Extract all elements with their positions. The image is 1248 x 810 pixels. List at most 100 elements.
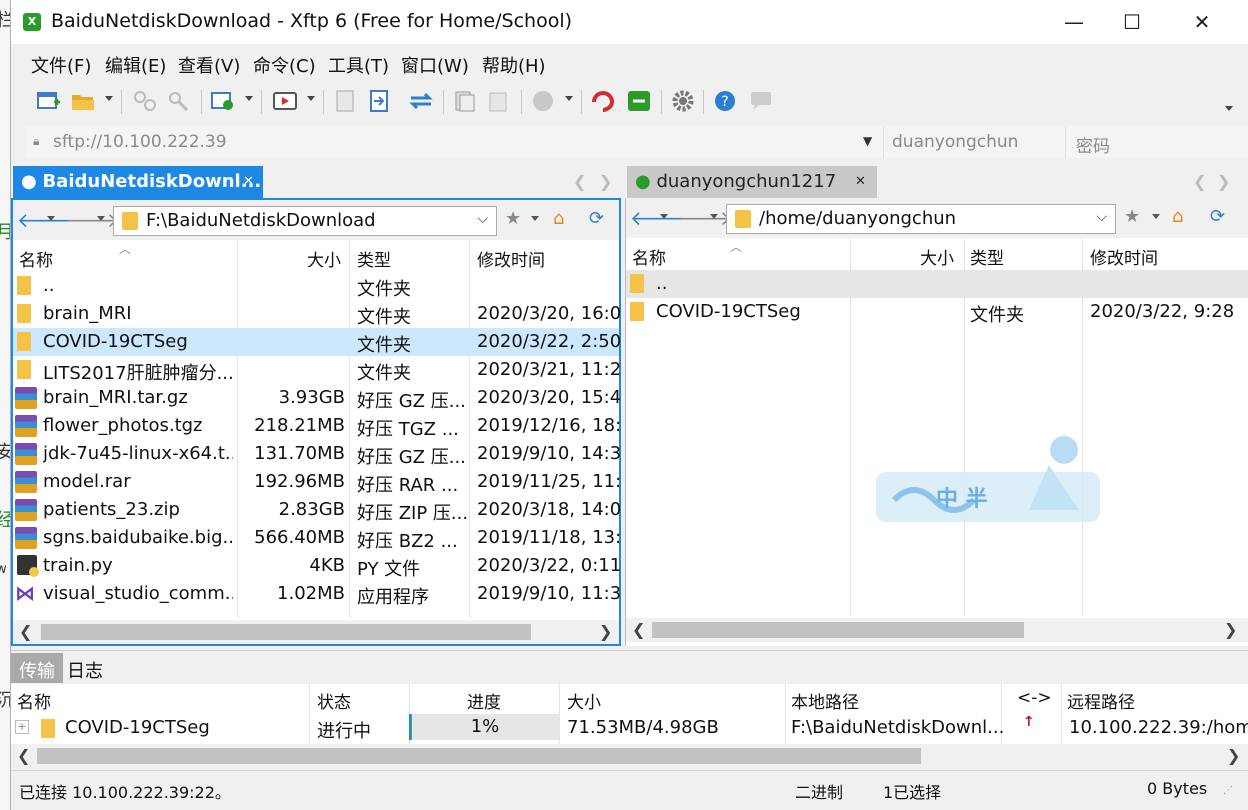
tab-close-icon[interactable]: ✕	[855, 174, 866, 189]
column-type[interactable]: 类型	[970, 244, 1004, 269]
back-arrow-icon[interactable]: 🡐	[630, 206, 684, 230]
column-name[interactable]: 名称	[632, 244, 666, 269]
menu-view[interactable]: 查看(V)	[178, 52, 240, 78]
tab-local-baidunetdisk[interactable]: ● BaiduNetdiskDownl... ✕	[13, 166, 263, 198]
terminal-dropdown-arrow[interactable]	[307, 96, 315, 101]
tab-scroll-right-icon[interactable]: ❯	[1217, 172, 1230, 191]
scroll-left-icon[interactable]: ❮	[19, 622, 32, 641]
menu-edit[interactable]: 编辑(E)	[105, 52, 166, 78]
tab-scroll-left-icon[interactable]: ❮	[573, 172, 586, 191]
open-dropdown-arrow[interactable]	[105, 96, 113, 101]
xftp-app-icon[interactable]: X	[23, 13, 41, 31]
file-row[interactable]: ⋈ visual_studio_comm... 1.02MB 应用程序 2019/9/1…	[13, 580, 621, 608]
host-input[interactable]: sftp://10.100.222.39	[53, 132, 227, 152]
menu-window[interactable]: 窗口(W)	[401, 52, 469, 78]
tab-scroll-left-icon[interactable]: ❮	[1193, 172, 1206, 191]
favorite-dropdown-arrow[interactable]	[531, 216, 539, 221]
scroll-left-icon[interactable]: ❮	[17, 746, 30, 765]
favorite-star-icon[interactable]: ★	[505, 208, 521, 229]
session-properties-icon[interactable]	[211, 90, 235, 112]
sync-transfer-icon[interactable]	[409, 90, 433, 112]
upload-icon[interactable]	[333, 90, 357, 112]
chevron-down-icon[interactable]: ⌵	[477, 211, 488, 227]
file-row[interactable]: patients_23.zip 2.83GB 好压 ZIP 压... 2020/3/1…	[13, 496, 621, 524]
refresh-icon[interactable]: ⟳	[1210, 206, 1225, 227]
file-row[interactable]: sgns.baidubaike.big... 566.40MB 好压 BZ2 ...…	[13, 524, 621, 552]
file-row[interactable]: brain_MRI 文件夹 2020/3/20, 16:05	[13, 300, 621, 328]
transfer-mode[interactable]: 二进制	[795, 779, 843, 803]
reconnect-icon[interactable]	[167, 90, 191, 112]
favorite-dropdown-arrow[interactable]	[1152, 214, 1160, 219]
column-size[interactable]: 大小	[307, 246, 341, 271]
transfer-horizontal-scrollbar[interactable]: ❮ ❯	[11, 744, 1248, 768]
stop-icon[interactable]	[531, 90, 555, 112]
menu-command[interactable]: 命令(C)	[253, 52, 316, 78]
back-arrow-icon[interactable]: 🡐	[17, 208, 71, 232]
column-modified[interactable]: 修改时间	[1090, 244, 1158, 269]
file-row[interactable]: flower_photos.tgz 218.21MB 好压 TGZ ... 2019/…	[13, 412, 621, 440]
maximize-button[interactable]: ☐	[1109, 6, 1155, 38]
copy-icon[interactable]	[453, 90, 477, 112]
file-row[interactable]: model.rar 192.96MB 好压 RAR ... 2019/11/25, 1…	[13, 468, 621, 496]
home-icon[interactable]: ⌂	[1172, 206, 1183, 227]
favorite-star-icon[interactable]: ★	[1124, 206, 1140, 227]
tab-log[interactable]: 日志	[59, 653, 111, 683]
local-horizontal-scrollbar[interactable]: ❮ ❯	[13, 620, 619, 644]
scrollbar-thumb[interactable]	[41, 624, 531, 640]
properties-dropdown-arrow[interactable]	[245, 96, 253, 101]
scroll-right-icon[interactable]: ❯	[1227, 746, 1240, 765]
scrollbar-thumb[interactable]	[652, 622, 1024, 638]
remote-horizontal-scrollbar[interactable]: ❮ ❯	[626, 618, 1248, 642]
file-row[interactable]: COVID-19CTSeg 文件夹 2020/3/22, 9:28	[626, 298, 1248, 326]
paste-icon[interactable]	[487, 90, 511, 112]
column-type[interactable]: 类型	[357, 246, 391, 271]
password-input[interactable]: 密码	[1065, 126, 1248, 158]
file-row[interactable]: train.py 4KB PY 文件 2020/3/22, 0:11	[13, 552, 621, 580]
terminal-icon[interactable]	[273, 90, 297, 112]
xftp-icon[interactable]	[627, 90, 651, 112]
file-row[interactable]: LITS2017肝脏肿瘤分... 文件夹 2020/3/21, 11:23	[13, 356, 621, 384]
column-modified[interactable]: 修改时间	[477, 246, 545, 271]
settings-gear-icon[interactable]	[671, 90, 695, 112]
transfer-column-direction[interactable]: <->	[1017, 688, 1052, 708]
file-row[interactable]: ..	[626, 270, 1248, 298]
help-icon[interactable]: ?	[713, 90, 737, 112]
scrollbar-thumb[interactable]	[37, 748, 921, 764]
home-icon[interactable]: ⌂	[553, 208, 564, 229]
scroll-right-icon[interactable]: ❯	[599, 622, 612, 641]
close-button[interactable]: ✕	[1179, 6, 1225, 38]
refresh-icon[interactable]: ⟳	[589, 208, 604, 229]
file-row[interactable]: jdk-7u45-linux-x64.t... 131.70MB 好压 GZ 压..…	[13, 440, 621, 468]
chevron-down-icon[interactable]: ⌵	[1096, 209, 1107, 225]
host-dropdown-arrow[interactable]: ▼	[863, 134, 872, 148]
disconnect-icon[interactable]	[133, 90, 157, 112]
menu-tools[interactable]: 工具(T)	[328, 52, 389, 78]
forward-dropdown-arrow[interactable]	[97, 216, 105, 221]
menu-file[interactable]: 文件(F)	[31, 52, 91, 78]
stop-dropdown-arrow[interactable]	[565, 96, 573, 101]
tab-close-icon[interactable]: ✕	[243, 174, 254, 189]
open-folder-icon[interactable]	[71, 90, 95, 112]
file-row[interactable]: brain_MRI.tar.gz 3.93GB 好压 GZ 压... 2020/3/2…	[13, 384, 621, 412]
xshell-icon[interactable]	[591, 90, 615, 112]
transfer-column-size[interactable]: 大小	[567, 688, 601, 713]
transfer-column-progress[interactable]: 进度	[467, 688, 501, 713]
forward-dropdown-arrow[interactable]	[710, 214, 718, 219]
file-row[interactable]: COVID-19CTSeg 文件夹 2020/3/22, 2:50	[13, 328, 621, 356]
local-path-input[interactable]: F:\BaiduNetdiskDownload ⌵	[113, 206, 497, 236]
resize-grip-icon[interactable]: ⋰	[1223, 785, 1234, 796]
new-session-icon[interactable]	[37, 90, 61, 112]
transfer-column-status[interactable]: 状态	[317, 688, 351, 713]
file-row[interactable]: .. 文件夹	[13, 272, 619, 300]
expand-toggle-icon[interactable]: +	[15, 720, 29, 734]
forward-arrow-icon[interactable]: 🡒	[678, 206, 732, 230]
chat-icon[interactable]	[749, 90, 773, 112]
remote-path-input[interactable]: /home/duanyongchun ⌵	[726, 204, 1116, 234]
forward-arrow-icon[interactable]: 🡒	[65, 208, 119, 232]
back-dropdown-arrow[interactable]	[660, 214, 668, 219]
username-input[interactable]: duanyongchun	[883, 126, 1065, 158]
tab-transfers[interactable]: 传输	[11, 653, 63, 683]
toolbar-overflow-arrow[interactable]	[1225, 106, 1233, 111]
column-name[interactable]: 名称	[19, 246, 53, 271]
menu-help[interactable]: 帮助(H)	[482, 52, 546, 78]
